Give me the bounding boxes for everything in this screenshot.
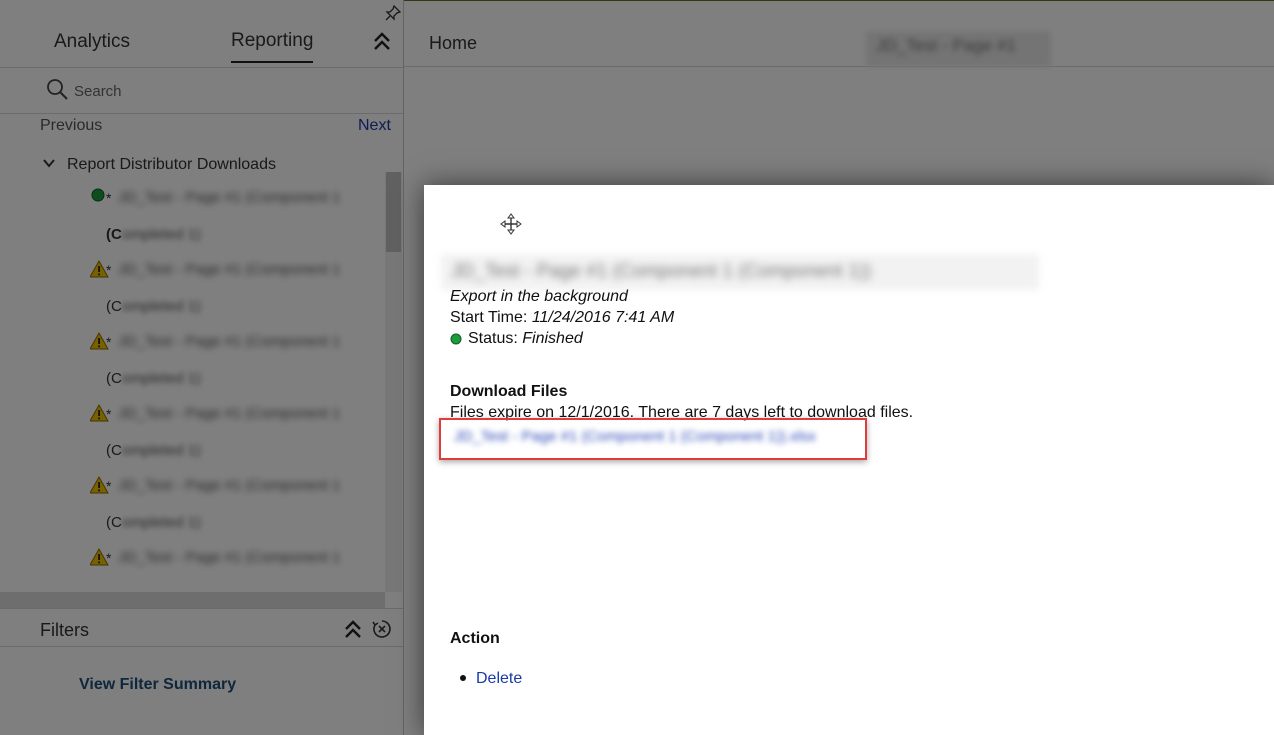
status-value: Finished [522,330,583,347]
export-mode-text: Export in the background [450,288,628,305]
export-details-dialog: JD_Test - Page #1 (Component 1 (Componen… [424,185,1274,735]
delete-link[interactable]: Delete [476,670,522,688]
start-time: Start Time: 11/24/2016 7:41 AM [450,309,674,327]
status-success-icon [450,333,462,345]
start-time-value: 11/24/2016 7:41 AM [531,309,675,326]
move-icon[interactable] [500,213,522,235]
status: Status: Finished [468,330,583,348]
status-label: Status: [468,330,518,347]
list-bullet [460,675,466,681]
dialog-title: JD_Test - Page #1 (Component 1 (Componen… [441,254,1039,290]
highlight-box [439,418,867,460]
download-files-heading: Download Files [450,383,568,400]
start-time-label: Start Time: [450,309,528,326]
action-heading: Action [450,630,500,647]
